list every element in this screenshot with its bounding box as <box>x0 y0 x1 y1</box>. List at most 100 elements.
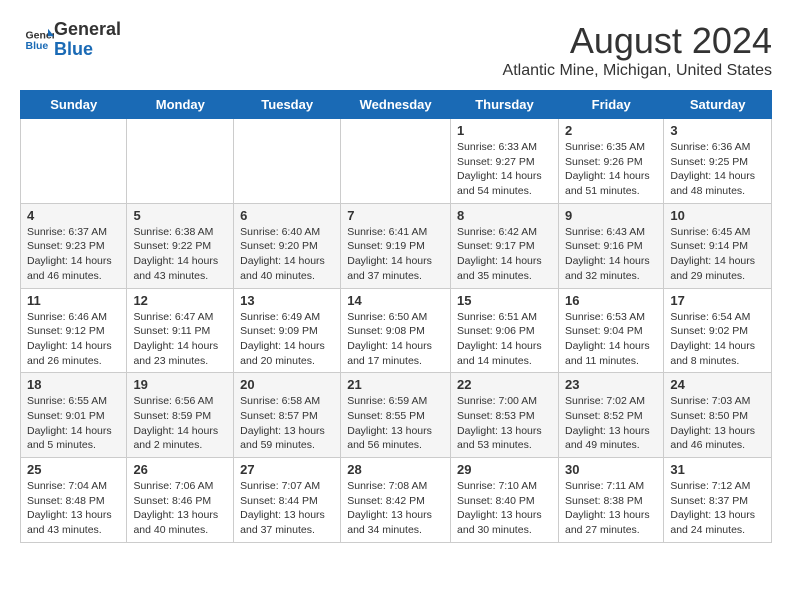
day-info: Sunrise: 7:03 AM Sunset: 8:50 PM Dayligh… <box>670 394 765 453</box>
calendar-week-2: 4Sunrise: 6:37 AM Sunset: 9:23 PM Daylig… <box>21 203 772 288</box>
logo-general-text: General <box>54 20 121 40</box>
calendar-cell: 19 Sunrise: 6:56 AM Sunset: 8:59 PM Dayli… <box>127 373 234 458</box>
day-info: Sunrise: 6:40 AM Sunset: 9:20 PM Dayligh… <box>240 225 334 284</box>
calendar-cell: 25 Sunrise: 7:04 AM Sunset: 8:48 PM Dayli… <box>21 458 127 543</box>
calendar-cell: 13 Sunrise: 6:49 AM Sunset: 9:09 PM Dayli… <box>234 288 341 373</box>
calendar-cell: 26 Sunrise: 7:06 AM Sunset: 8:46 PM Dayli… <box>127 458 234 543</box>
day-info: Sunrise: 7:02 AM Sunset: 8:52 PM Dayligh… <box>565 394 657 453</box>
day-number: 3 <box>670 123 765 138</box>
col-header-monday: Monday <box>127 91 234 119</box>
day-number: 19 <box>133 377 227 392</box>
day-info: Sunrise: 6:49 AM Sunset: 9:09 PM Dayligh… <box>240 310 334 369</box>
calendar-cell <box>234 119 341 204</box>
day-number: 27 <box>240 462 334 477</box>
calendar-cell <box>341 119 451 204</box>
day-info: Sunrise: 7:08 AM Sunset: 8:42 PM Dayligh… <box>347 479 444 538</box>
col-header-wednesday: Wednesday <box>341 91 451 119</box>
calendar-cell: 12 Sunrise: 6:47 AM Sunset: 9:11 PM Dayli… <box>127 288 234 373</box>
day-info: Sunrise: 7:07 AM Sunset: 8:44 PM Dayligh… <box>240 479 334 538</box>
calendar-week-5: 25 Sunrise: 7:04 AM Sunset: 8:48 PM Dayli… <box>21 458 772 543</box>
day-number: 15 <box>457 293 552 308</box>
day-info: Sunrise: 6:54 AM Sunset: 9:02 PM Dayligh… <box>670 310 765 369</box>
calendar-cell: 9Sunrise: 6:43 AM Sunset: 9:16 PM Daylig… <box>558 203 663 288</box>
calendar-cell: 5 Sunrise: 6:38 AM Sunset: 9:22 PM Daylig… <box>127 203 234 288</box>
header: General Blue General Blue August 2024 At… <box>20 20 772 80</box>
day-number: 23 <box>565 377 657 392</box>
day-number: 16 <box>565 293 657 308</box>
day-info: Sunrise: 6:41 AM Sunset: 9:19 PM Dayligh… <box>347 225 444 284</box>
day-info: Sunrise: 6:38 AM Sunset: 9:22 PM Dayligh… <box>133 225 227 284</box>
calendar-cell: 8 Sunrise: 6:42 AM Sunset: 9:17 PM Daylig… <box>451 203 559 288</box>
logo: General Blue General Blue <box>20 20 121 60</box>
day-info: Sunrise: 6:53 AM Sunset: 9:04 PM Dayligh… <box>565 310 657 369</box>
day-number: 8 <box>457 208 552 223</box>
day-info: Sunrise: 6:56 AM Sunset: 8:59 PM Dayligh… <box>133 394 227 453</box>
day-number: 21 <box>347 377 444 392</box>
calendar-cell: 15 Sunrise: 6:51 AM Sunset: 9:06 PM Dayli… <box>451 288 559 373</box>
day-number: 30 <box>565 462 657 477</box>
day-info: Sunrise: 6:35 AM Sunset: 9:26 PM Dayligh… <box>565 140 657 199</box>
day-info: Sunrise: 6:36 AM Sunset: 9:25 PM Dayligh… <box>670 140 765 199</box>
day-info: Sunrise: 7:10 AM Sunset: 8:40 PM Dayligh… <box>457 479 552 538</box>
col-header-tuesday: Tuesday <box>234 91 341 119</box>
col-header-saturday: Saturday <box>664 91 772 119</box>
calendar-cell: 29 Sunrise: 7:10 AM Sunset: 8:40 PM Dayli… <box>451 458 559 543</box>
day-info: Sunrise: 7:04 AM Sunset: 8:48 PM Dayligh… <box>27 479 120 538</box>
calendar-cell: 7 Sunrise: 6:41 AM Sunset: 9:19 PM Daylig… <box>341 203 451 288</box>
calendar-cell: 23 Sunrise: 7:02 AM Sunset: 8:52 PM Dayli… <box>558 373 663 458</box>
day-info: Sunrise: 6:47 AM Sunset: 9:11 PM Dayligh… <box>133 310 227 369</box>
day-info: Sunrise: 7:11 AM Sunset: 8:38 PM Dayligh… <box>565 479 657 538</box>
day-info: Sunrise: 6:51 AM Sunset: 9:06 PM Dayligh… <box>457 310 552 369</box>
day-number: 17 <box>670 293 765 308</box>
calendar-table: SundayMondayTuesdayWednesdayThursdayFrid… <box>20 90 772 543</box>
calendar-cell: 28 Sunrise: 7:08 AM Sunset: 8:42 PM Dayli… <box>341 458 451 543</box>
day-info: Sunrise: 7:00 AM Sunset: 8:53 PM Dayligh… <box>457 394 552 453</box>
day-info: Sunrise: 7:06 AM Sunset: 8:46 PM Dayligh… <box>133 479 227 538</box>
day-number: 24 <box>670 377 765 392</box>
calendar-week-1: 1Sunrise: 6:33 AM Sunset: 9:27 PM Daylig… <box>21 119 772 204</box>
day-info: Sunrise: 6:45 AM Sunset: 9:14 PM Dayligh… <box>670 225 765 284</box>
month-title: August 2024 <box>503 20 772 62</box>
day-info: Sunrise: 6:42 AM Sunset: 9:17 PM Dayligh… <box>457 225 552 284</box>
day-number: 28 <box>347 462 444 477</box>
location-title: Atlantic Mine, Michigan, United States <box>503 62 772 80</box>
calendar-cell: 24 Sunrise: 7:03 AM Sunset: 8:50 PM Dayli… <box>664 373 772 458</box>
day-info: Sunrise: 6:37 AM Sunset: 9:23 PM Dayligh… <box>27 225 120 284</box>
day-info: Sunrise: 6:59 AM Sunset: 8:55 PM Dayligh… <box>347 394 444 453</box>
day-info: Sunrise: 6:50 AM Sunset: 9:08 PM Dayligh… <box>347 310 444 369</box>
day-number: 12 <box>133 293 227 308</box>
calendar-cell: 1Sunrise: 6:33 AM Sunset: 9:27 PM Daylig… <box>451 119 559 204</box>
calendar-cell: 11Sunrise: 6:46 AM Sunset: 9:12 PM Dayli… <box>21 288 127 373</box>
day-number: 26 <box>133 462 227 477</box>
calendar-cell: 31 Sunrise: 7:12 AM Sunset: 8:37 PM Dayli… <box>664 458 772 543</box>
logo-text: General Blue <box>54 20 121 60</box>
calendar-cell: 22 Sunrise: 7:00 AM Sunset: 8:53 PM Dayli… <box>451 373 559 458</box>
day-number: 20 <box>240 377 334 392</box>
calendar-cell: 6 Sunrise: 6:40 AM Sunset: 9:20 PM Daylig… <box>234 203 341 288</box>
day-info: Sunrise: 7:12 AM Sunset: 8:37 PM Dayligh… <box>670 479 765 538</box>
calendar-cell: 18Sunrise: 6:55 AM Sunset: 9:01 PM Dayli… <box>21 373 127 458</box>
svg-text:Blue: Blue <box>26 40 49 52</box>
calendar-cell: 20Sunrise: 6:58 AM Sunset: 8:57 PM Dayli… <box>234 373 341 458</box>
calendar-header-row: SundayMondayTuesdayWednesdayThursdayFrid… <box>21 91 772 119</box>
col-header-sunday: Sunday <box>21 91 127 119</box>
calendar-cell: 21 Sunrise: 6:59 AM Sunset: 8:55 PM Dayli… <box>341 373 451 458</box>
day-number: 5 <box>133 208 227 223</box>
day-number: 29 <box>457 462 552 477</box>
calendar-week-4: 18Sunrise: 6:55 AM Sunset: 9:01 PM Dayli… <box>21 373 772 458</box>
col-header-friday: Friday <box>558 91 663 119</box>
calendar-week-3: 11Sunrise: 6:46 AM Sunset: 9:12 PM Dayli… <box>21 288 772 373</box>
day-number: 25 <box>27 462 120 477</box>
day-number: 22 <box>457 377 552 392</box>
day-info: Sunrise: 6:55 AM Sunset: 9:01 PM Dayligh… <box>27 394 120 453</box>
calendar-cell: 10Sunrise: 6:45 AM Sunset: 9:14 PM Dayli… <box>664 203 772 288</box>
calendar-cell: 27 Sunrise: 7:07 AM Sunset: 8:44 PM Dayli… <box>234 458 341 543</box>
day-number: 13 <box>240 293 334 308</box>
day-number: 14 <box>347 293 444 308</box>
day-number: 7 <box>347 208 444 223</box>
day-number: 2 <box>565 123 657 138</box>
day-number: 9 <box>565 208 657 223</box>
calendar-cell: 16 Sunrise: 6:53 AM Sunset: 9:04 PM Dayli… <box>558 288 663 373</box>
day-number: 31 <box>670 462 765 477</box>
day-number: 6 <box>240 208 334 223</box>
